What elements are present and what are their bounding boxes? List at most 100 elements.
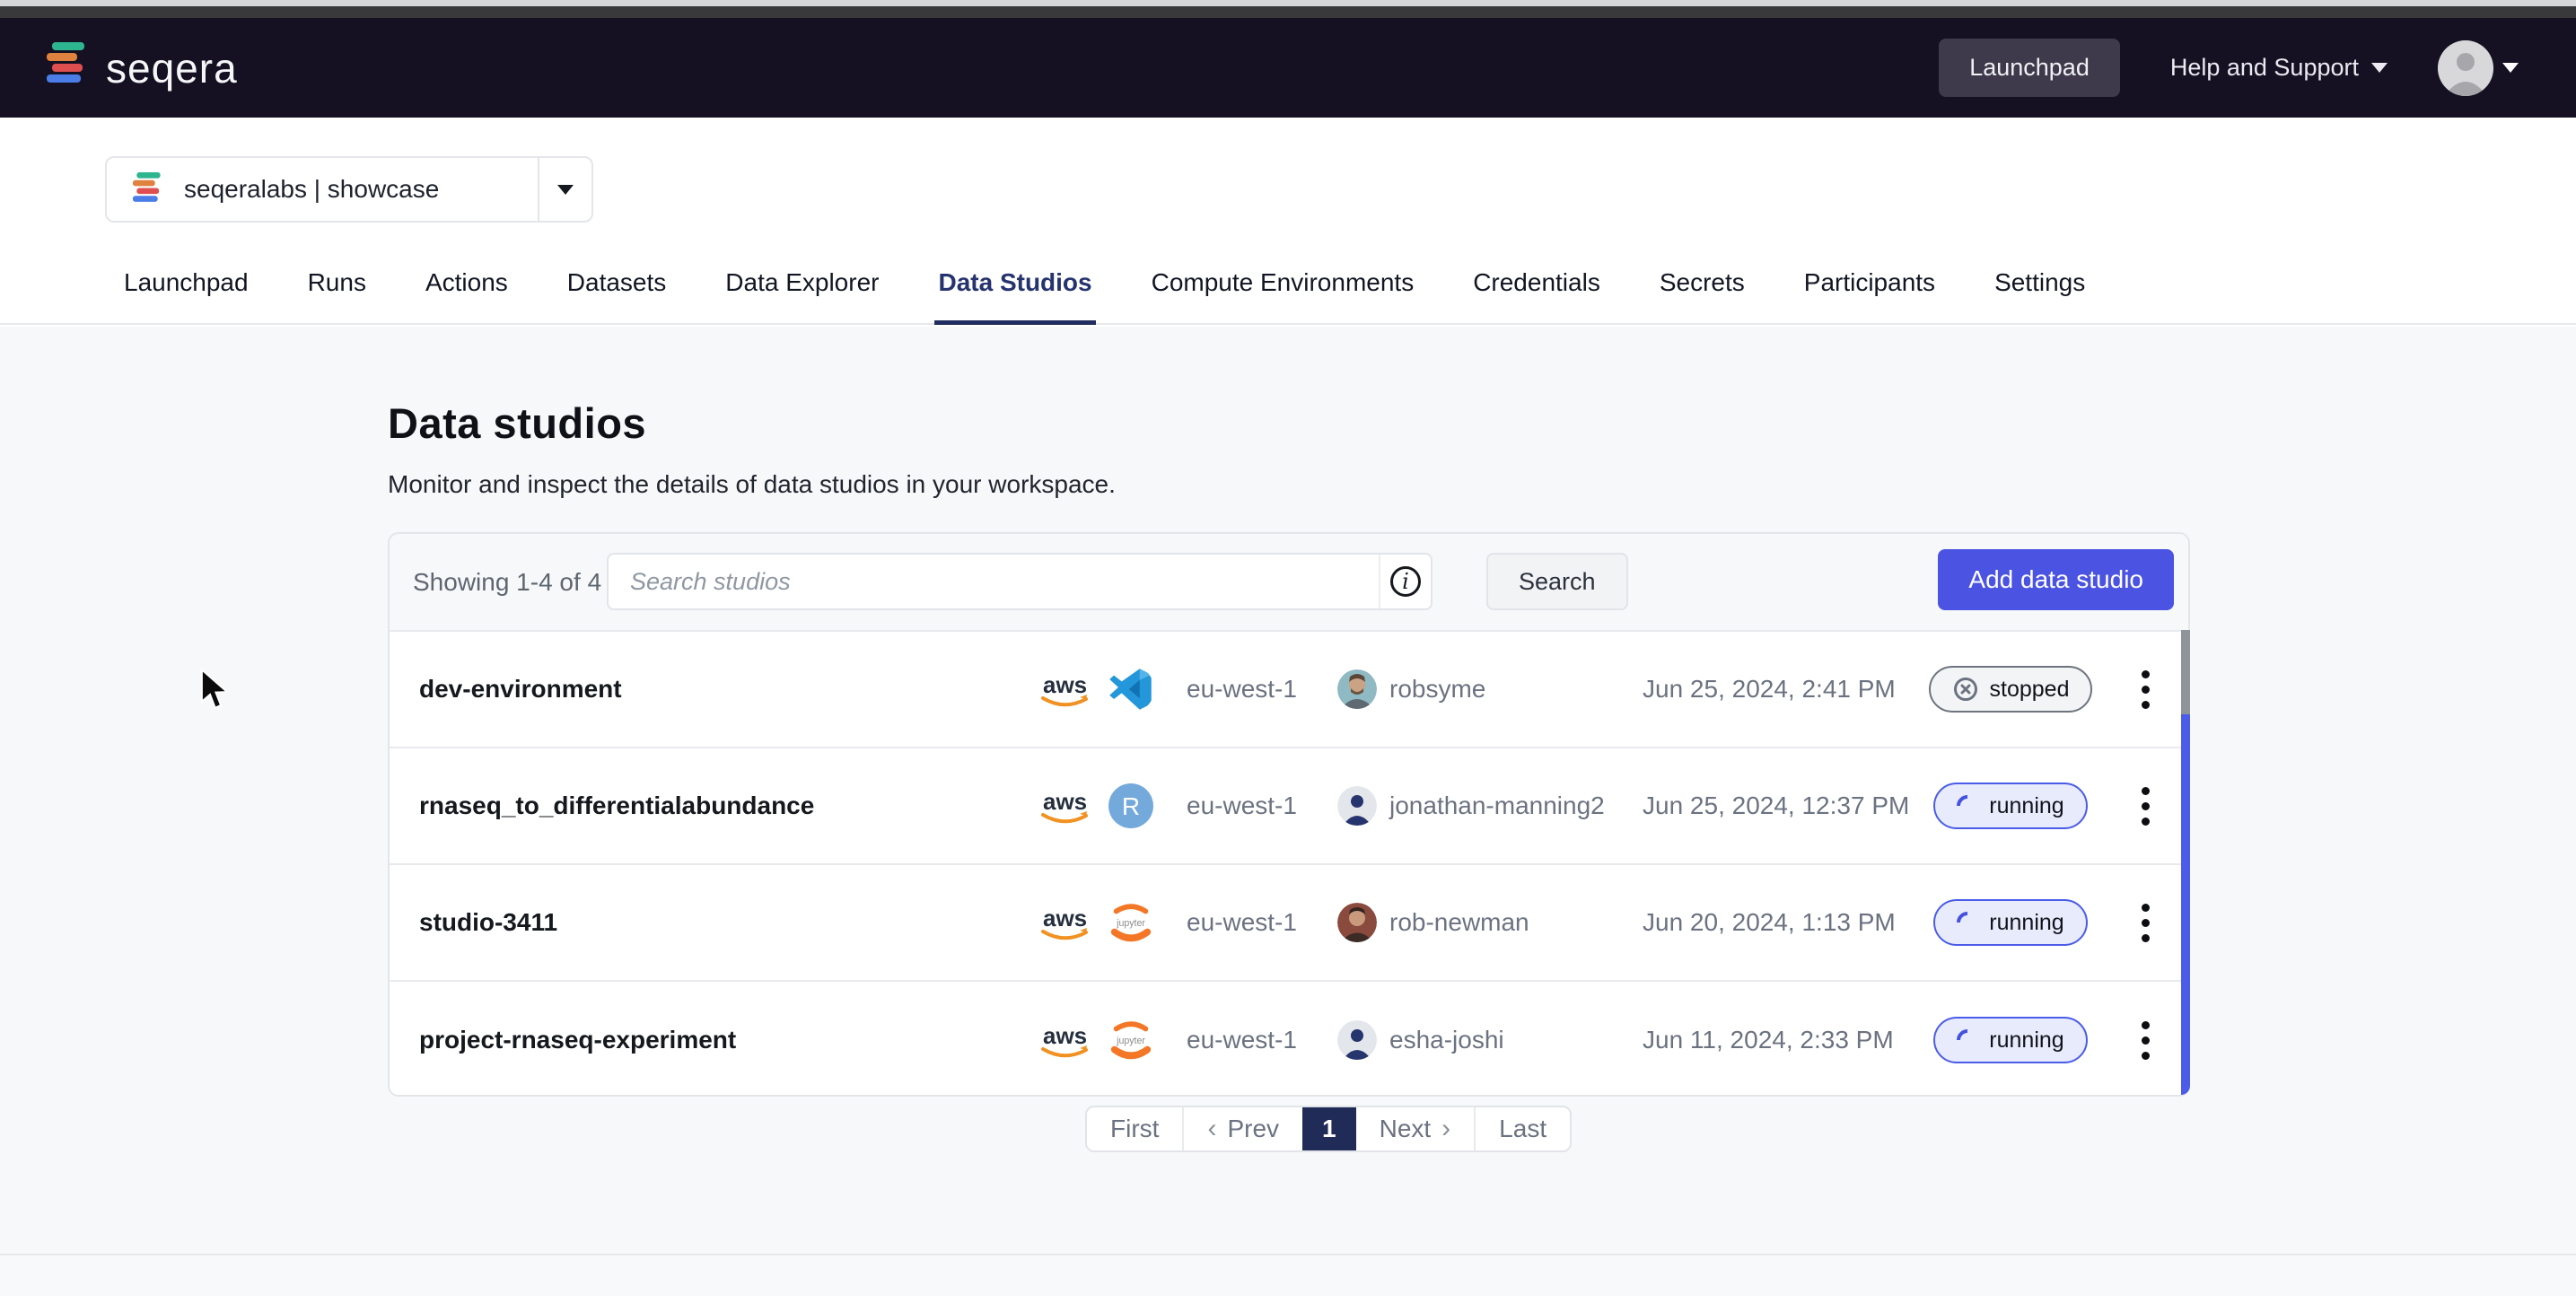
owner: jonathan-manning2 (1337, 748, 1605, 863)
aws-icon: aws (1038, 786, 1093, 826)
search-box: i (607, 553, 1433, 610)
window-title-strip (0, 6, 2576, 18)
status-badge: stopped (1929, 666, 2093, 713)
compute-and-tool-icons: aws jupyter (1038, 982, 1154, 1095)
photo-avatar (1337, 903, 1377, 942)
table-row[interactable]: rnaseq_to_differentialabundance aws R eu… (390, 748, 2188, 865)
status-label: stopped (1990, 677, 2070, 703)
workspace-caret-button[interactable] (539, 185, 591, 195)
chevron-down-icon (557, 185, 574, 195)
owner: rob-newman (1337, 865, 1529, 980)
status-label: running (1989, 910, 2063, 936)
scrollbar-thumb[interactable] (2181, 630, 2190, 714)
table-row[interactable]: dev-environment aws eu-west-1 robsymeJun… (390, 632, 2188, 748)
tab-actions[interactable]: Actions (422, 268, 512, 325)
jupyter-tool-icon: jupyter (1108, 1017, 1154, 1063)
vertical-scrollbar[interactable] (2181, 630, 2190, 1095)
vscode-tool-icon (1108, 666, 1154, 713)
pagination-next-label: Next (1380, 1115, 1432, 1143)
launchpad-button[interactable]: Launchpad (1939, 39, 2120, 97)
pagination-last[interactable]: Last (1474, 1107, 1570, 1150)
kebab-dot (2142, 670, 2150, 678)
owner-username: esha-joshi (1389, 1026, 1504, 1054)
kebab-dot (2142, 1021, 2150, 1029)
svg-text:aws: aws (1043, 671, 1087, 698)
main-content: Data studios Monitor and inspect the det… (0, 327, 2576, 1254)
page-title: Data studios (388, 398, 646, 448)
studio-name-link[interactable]: rnaseq_to_differentialabundance (419, 748, 814, 863)
aws-icon: aws (1038, 669, 1093, 709)
tab-secrets[interactable]: Secrets (1656, 268, 1748, 325)
aws-icon: aws (1038, 1020, 1093, 1060)
tab-credentials[interactable]: Credentials (1469, 268, 1604, 325)
row-actions-kebab-menu[interactable] (2125, 865, 2165, 980)
table-row[interactable]: studio-3411 aws jupyter eu-west-1 rob-ne… (390, 865, 2188, 982)
running-spinner-icon (1952, 1025, 1983, 1055)
search-info-button[interactable]: i (1379, 555, 1431, 608)
compute-and-tool-icons: aws R (1038, 748, 1154, 863)
owner: esha-joshi (1337, 982, 1504, 1095)
help-and-support-menu[interactable]: Help and Support (2170, 54, 2388, 82)
user-menu[interactable] (2438, 40, 2519, 96)
row-actions-kebab-menu[interactable] (2125, 982, 2165, 1095)
status-cell: running (1939, 982, 2082, 1095)
chevron-right-icon: › (1441, 1115, 1450, 1142)
search-input[interactable] (609, 555, 1379, 608)
tab-settings[interactable]: Settings (1991, 268, 2089, 325)
person-avatar-icon (1337, 786, 1377, 826)
owner-avatar (1337, 1020, 1377, 1060)
list-toolbar: Showing 1-4 of 4 i Search Add data studi… (390, 534, 2188, 630)
tab-launchpad[interactable]: Launchpad (120, 268, 252, 325)
tab-runs[interactable]: Runs (304, 268, 370, 325)
kebab-dot (2142, 904, 2150, 912)
search-button[interactable]: Search (1486, 553, 1628, 610)
studio-name-link[interactable]: studio-3411 (419, 865, 557, 980)
data-studios-card: Showing 1-4 of 4 i Search Add data studi… (388, 532, 2190, 1097)
user-avatar (2438, 40, 2493, 96)
seqera-brand[interactable]: seqera (43, 40, 238, 95)
pagination-prev-label: Prev (1227, 1115, 1279, 1143)
scrollbar-track (2181, 714, 2190, 1095)
row-actions-kebab-menu[interactable] (2125, 632, 2165, 747)
row-actions-kebab-menu[interactable] (2125, 748, 2165, 863)
seqera-logo-icon (43, 40, 90, 95)
jupyter-icon: jupyter (1108, 1017, 1154, 1063)
svg-text:aws: aws (1043, 788, 1087, 815)
tab-datasets[interactable]: Datasets (564, 268, 670, 325)
status-badge: running (1933, 1017, 2087, 1063)
table-row[interactable]: project-rnaseq-experiment aws jupyter eu… (390, 982, 2188, 1095)
kebab-dot (2142, 686, 2150, 694)
tab-data-studios[interactable]: Data Studios (934, 268, 1095, 325)
pagination-prev[interactable]: ‹ Prev (1182, 1107, 1302, 1150)
owner-username: jonathan-manning2 (1389, 791, 1605, 820)
kebab-dot (2142, 1052, 2150, 1060)
studio-name-link[interactable]: dev-environment (419, 632, 622, 747)
tab-participants[interactable]: Participants (1801, 268, 1939, 325)
pagination-first[interactable]: First (1087, 1107, 1182, 1150)
compute-and-tool-icons: aws (1038, 632, 1154, 747)
svg-text:jupyter: jupyter (1116, 918, 1145, 929)
status-badge: running (1933, 783, 2087, 829)
tab-compute-environments[interactable]: Compute Environments (1148, 268, 1418, 325)
workspace-label: seqeralabs | showcase (184, 175, 439, 204)
app-header: seqera Launchpad Help and Support (0, 18, 2576, 118)
studio-name-link[interactable]: project-rnaseq-experiment (419, 982, 736, 1095)
vscode-icon (1108, 666, 1154, 713)
status-cell: running (1939, 865, 2082, 980)
running-spinner-icon (1952, 907, 1983, 938)
pagination-current-page[interactable]: 1 (1302, 1107, 1356, 1150)
tab-data-explorer[interactable]: Data Explorer (722, 268, 882, 325)
data-studios-list: dev-environment aws eu-west-1 robsymeJun… (390, 630, 2188, 1095)
window-edge-strip (0, 0, 2576, 6)
rstudio-icon: R (1108, 783, 1154, 829)
compute-and-tool-icons: aws jupyter (1038, 865, 1154, 980)
brand-wordmark: seqera (106, 44, 238, 92)
kebab-dot (2142, 802, 2150, 810)
page-subtitle: Monitor and inspect the details of data … (388, 470, 1116, 499)
workspace-icon (130, 171, 164, 208)
pagination: First ‹ Prev 1 Next › Last (1085, 1106, 1572, 1152)
pagination-next[interactable]: Next › (1356, 1107, 1475, 1150)
add-data-studio-button[interactable]: Add data studio (1938, 549, 2174, 610)
kebab-dot (2142, 818, 2150, 826)
workspace-selector[interactable]: seqeralabs | showcase (105, 156, 593, 223)
